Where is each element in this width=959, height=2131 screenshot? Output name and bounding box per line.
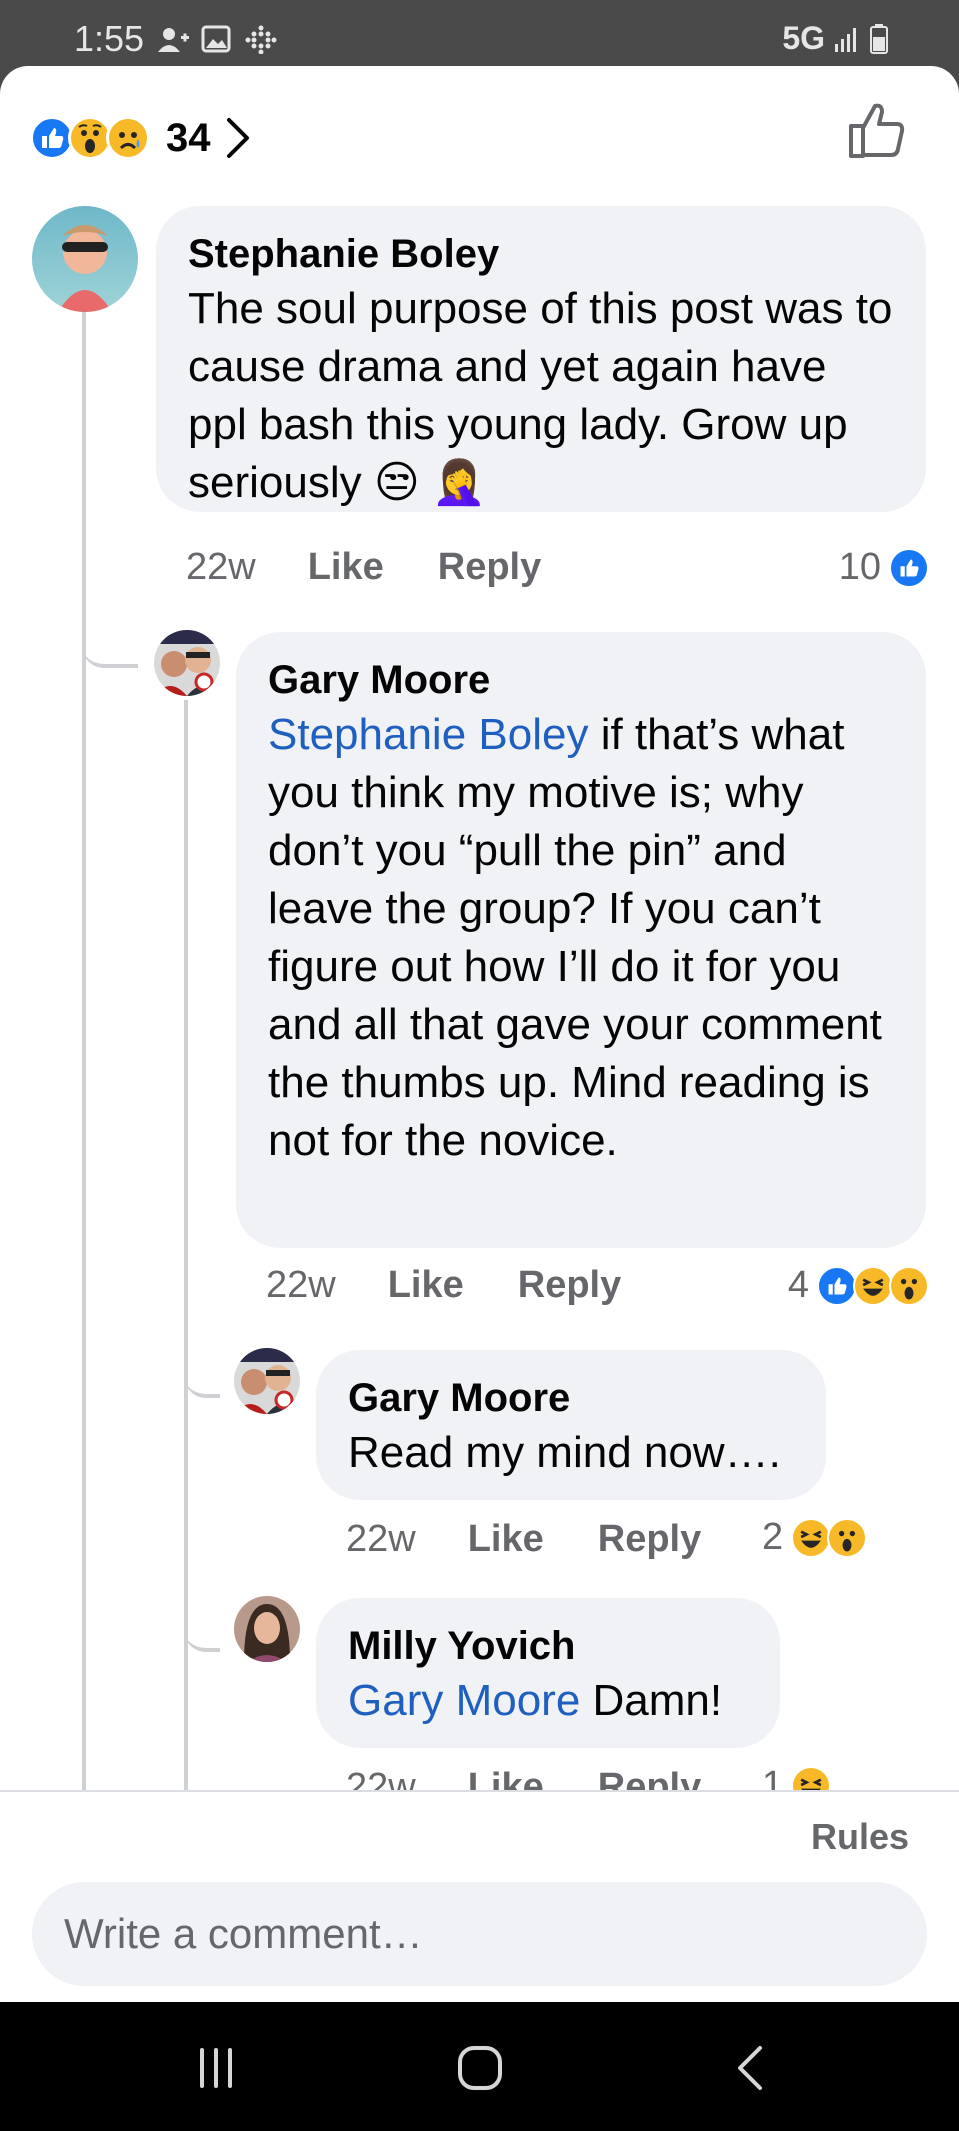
system-indicators: 5G (782, 20, 889, 57)
dots-grid-icon (245, 25, 277, 54)
comment-bubble[interactable]: Gary Moore Stephanie Boley if that’s wha… (236, 632, 926, 1248)
battery-icon (870, 23, 888, 54)
reaction-number: 4 (787, 1264, 809, 1306)
mention-link[interactable]: Stephanie Boley (268, 710, 588, 759)
comment-body: Damn! (580, 1676, 723, 1725)
avatar[interactable] (234, 1596, 300, 1662)
comment-bubble[interactable]: Gary Moore Read my mind now…. (316, 1350, 826, 1500)
comment-text: Read my mind now…. (348, 1428, 781, 1477)
reaction-number: 10 (838, 546, 881, 588)
comment-text: Stephanie Boley if that’s what you think… (268, 706, 894, 1170)
footer-divider (0, 1790, 959, 1792)
chevron-right-icon (226, 118, 249, 158)
comment-reaction-count[interactable]: 2 (762, 1516, 868, 1559)
back-icon[interactable] (722, 2038, 782, 2098)
comments-sheet: 34 Stephanie Boley The soul purpose of t… (0, 66, 959, 2002)
like-button[interactable]: Like (388, 1264, 464, 1307)
reaction-number: 2 (762, 1516, 784, 1558)
comment-time[interactable]: 22w (346, 1518, 416, 1561)
comment-body: if that’s what you think my motive is; w… (268, 710, 882, 1165)
comment-actions: 22w Like Reply (186, 546, 541, 589)
wow-icon (827, 1517, 868, 1558)
like-icon (817, 1265, 857, 1306)
clock: 1:55 (74, 18, 145, 59)
comment-text: The soul purpose of this post was to cau… (188, 284, 893, 507)
comment-actions: 22w Like Reply (346, 1518, 701, 1561)
haha-icon (791, 1517, 832, 1558)
like-button[interactable]: Like (468, 1518, 544, 1561)
comment-bubble[interactable]: Milly Yovich Gary Moore Damn! (316, 1598, 780, 1748)
comment-placeholder: Write a comment… (64, 1910, 423, 1957)
reply-button[interactable]: Reply (438, 546, 541, 589)
thread-connector (184, 1362, 220, 1398)
like-button[interactable]: Like (308, 546, 384, 589)
mention-link[interactable]: Gary Moore (348, 1676, 580, 1725)
comment-text: Gary Moore Damn! (348, 1672, 748, 1730)
reply-button[interactable]: Reply (598, 1518, 701, 1561)
comment-time[interactable]: 22w (186, 546, 256, 589)
comment-author[interactable]: Stephanie Boley (188, 228, 894, 280)
signal-icon (835, 27, 856, 52)
comment-author[interactable]: Milly Yovich (348, 1620, 748, 1672)
status-bar: 1:55 5G (0, 0, 959, 66)
sad-icon (106, 116, 150, 160)
navigation-bar (0, 2002, 959, 2131)
wow-icon (889, 1265, 929, 1306)
comment-author[interactable]: Gary Moore (268, 654, 894, 706)
gallery-icon (201, 25, 231, 53)
like-icon (889, 547, 929, 588)
home-icon[interactable] (450, 2038, 510, 2098)
thread-line-main (82, 242, 86, 1792)
comment-reaction-count[interactable]: 10 (838, 546, 929, 589)
rules-link[interactable]: Rules (811, 1816, 909, 1858)
comment-author[interactable]: Gary Moore (348, 1372, 794, 1424)
reaction-count: 34 (166, 115, 211, 160)
avatar[interactable] (32, 206, 138, 312)
person-add-icon (158, 28, 189, 52)
comment-actions: 22w Like Reply (266, 1264, 621, 1307)
reaction-summary[interactable]: 34 (30, 108, 253, 168)
recent-apps-icon[interactable] (186, 2038, 246, 2098)
thread-connector (184, 1616, 220, 1652)
comment-time[interactable]: 22w (266, 1264, 336, 1307)
avatar[interactable] (154, 630, 220, 696)
notification-icons (156, 24, 278, 54)
comment-reaction-count[interactable]: 4 (787, 1264, 929, 1307)
network-type: 5G (782, 20, 825, 56)
comment-input[interactable]: Write a comment… (32, 1882, 927, 1986)
haha-icon (853, 1265, 893, 1306)
avatar[interactable] (234, 1348, 300, 1414)
thumbs-up-icon[interactable] (845, 98, 909, 162)
comment-bubble[interactable]: Stephanie Boley The soul purpose of this… (156, 206, 926, 512)
reply-button[interactable]: Reply (518, 1264, 621, 1307)
thread-connector (82, 626, 138, 668)
